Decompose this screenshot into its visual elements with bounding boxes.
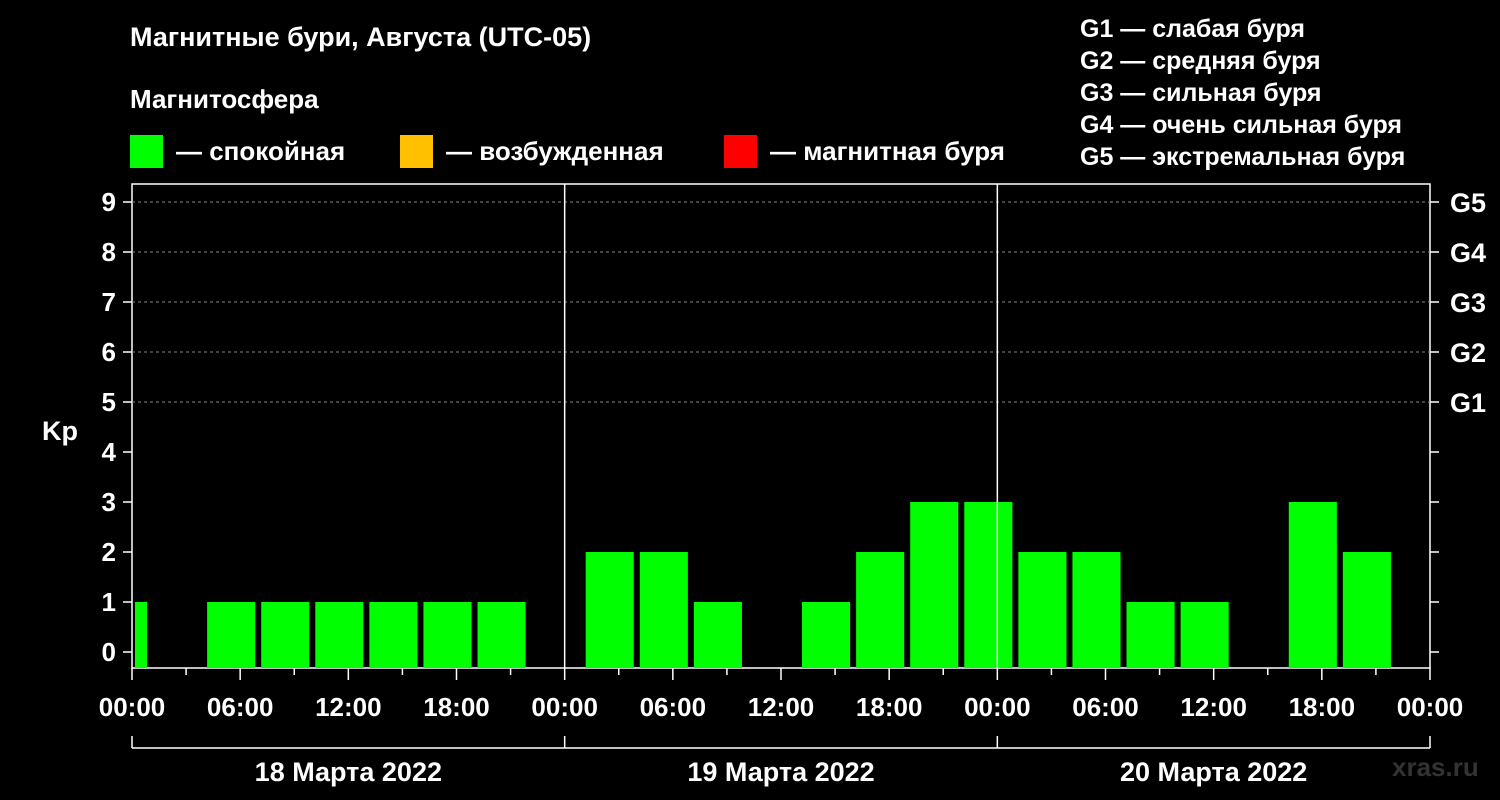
kp-bar	[802, 602, 851, 668]
g-tick-label: G4	[1450, 238, 1486, 268]
kp-bar	[135, 602, 148, 668]
kp-bar	[1126, 602, 1175, 668]
kp-bar	[207, 602, 256, 668]
kp-bar	[585, 552, 634, 668]
x-tick-label: 00:00	[964, 692, 1031, 722]
x-tick-label: 18:00	[1289, 692, 1356, 722]
x-tick-label: 18:00	[423, 692, 490, 722]
day-label: 19 Марта 2022	[687, 757, 874, 787]
x-tick-label: 12:00	[1180, 692, 1247, 722]
kp-bar	[1342, 552, 1391, 668]
x-tick-label: 12:00	[315, 692, 382, 722]
y-tick-label: 7	[102, 287, 116, 317]
g-tick-label: G1	[1450, 388, 1486, 418]
kp-bar	[1072, 552, 1121, 668]
y-tick-label: 4	[102, 437, 117, 467]
kp-bar-chart: 0 1 2 3 4 5 6 7 8 9 G1 G2 G3 G4 G5 Kp 00:00 06:00 12:00 18:…	[42, 183, 1486, 787]
kp-bar	[315, 602, 364, 668]
day-label: 20 Марта 2022	[1120, 757, 1307, 787]
kp-bar	[639, 552, 688, 668]
y-axis-label: Kp	[42, 416, 78, 446]
x-tick-label: 06:00	[1072, 692, 1139, 722]
x-tick-label: 06:00	[207, 692, 274, 722]
y-tick-label: 5	[102, 387, 116, 417]
kp-bar	[910, 502, 959, 668]
y-tick-label: 3	[102, 487, 116, 517]
kp-bar	[261, 602, 310, 668]
kp-bar	[1288, 502, 1337, 668]
g-tick-label: G3	[1450, 288, 1486, 318]
kp-bar	[369, 602, 418, 668]
g-tick-label: G2	[1450, 338, 1486, 368]
y-tick-label: 2	[102, 537, 116, 567]
x-tick-label: 12:00	[748, 692, 815, 722]
kp-bar	[964, 502, 1013, 668]
kp-bar	[856, 552, 905, 668]
y-tick-label: 6	[102, 337, 116, 367]
kp-bar	[1180, 602, 1229, 668]
x-tick-label: 00:00	[1397, 692, 1464, 722]
kp-bar	[477, 602, 526, 668]
x-tick-label: 00:00	[99, 692, 166, 722]
x-tick-label: 18:00	[856, 692, 923, 722]
kp-bar	[693, 602, 742, 668]
plot-frame	[131, 183, 1431, 669]
watermark: xras.ru	[1392, 752, 1479, 782]
y-tick-label: 1	[102, 587, 116, 617]
x-tick-label: 00:00	[531, 692, 598, 722]
kp-bar	[423, 602, 472, 668]
y-tick-label: 0	[102, 637, 116, 667]
y-tick-label: 9	[102, 187, 116, 217]
y-tick-label: 8	[102, 237, 116, 267]
day-label: 18 Марта 2022	[255, 757, 442, 787]
g-tick-label: G5	[1450, 188, 1486, 218]
kp-bar	[1018, 552, 1067, 668]
x-tick-label: 06:00	[640, 692, 707, 722]
